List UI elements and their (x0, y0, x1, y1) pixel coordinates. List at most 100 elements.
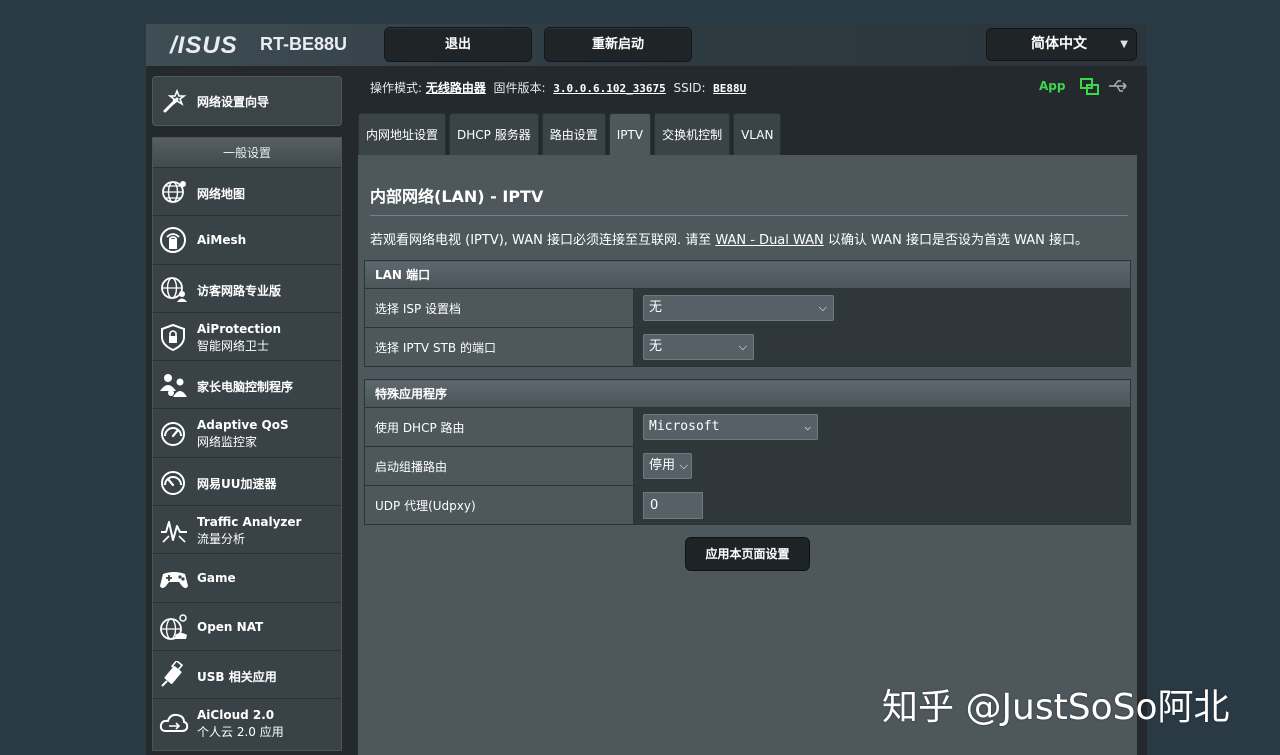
accelerator-icon (161, 470, 185, 495)
quick-setup-wizard-button[interactable]: 网络设置向导 (152, 76, 342, 126)
title-divider (370, 215, 1128, 216)
language-value: 简体中文 (1031, 36, 1087, 52)
isp-profile-cell: 无 ⌵ (633, 288, 1131, 328)
wizard-label: 网络设置向导 (197, 95, 270, 109)
tab-switch-control[interactable]: 交换机控制 (654, 113, 731, 155)
sidebar-item-network-map[interactable]: 网络地图 (153, 168, 341, 217)
table-row: 选择 IPTV STB 的端口 无 ⌵ (364, 327, 1131, 367)
table-row: 选择 ISP 设置档 无 ⌵ (364, 288, 1131, 328)
aimesh-icon (160, 227, 186, 254)
table-row: 使用 DHCP 路由 Microsoft ⌵ (364, 407, 1131, 447)
tab-vlan[interactable]: VLAN (733, 113, 782, 155)
firmware-version-link[interactable]: 3.0.0.6.102_33675 (553, 82, 666, 95)
sidebar-item-uu-accelerator[interactable]: 网易UU加速器 (153, 457, 341, 507)
chevron-down-icon: ▼ (1120, 39, 1128, 50)
speedometer-icon (161, 422, 185, 447)
sidebar-item-label: Adaptive QoS (197, 418, 289, 433)
sidebar-item-label: USB 相关应用 (197, 669, 277, 684)
usb-status-icon[interactable] (1108, 79, 1130, 93)
tab-route[interactable]: 路由设置 (541, 113, 606, 155)
chevron-down-icon: ⌵ (804, 420, 811, 433)
sidebar-item-label: 家长电脑控制程序 (197, 380, 294, 395)
language-select[interactable]: 简体中文 ▼ (986, 28, 1137, 61)
sidebar-item-aimesh[interactable]: AiMesh (153, 216, 341, 265)
dhcp-routes-cell: Microsoft ⌵ (633, 407, 1131, 447)
dhcp-routes-select[interactable]: Microsoft ⌵ (643, 414, 818, 440)
sidebar-item-label: 网易UU加速器 (197, 476, 277, 491)
iptv-stb-port-select[interactable]: 无 ⌵ (643, 334, 754, 360)
dhcp-routes-label: 使用 DHCP 路由 (364, 407, 634, 447)
globe-network-icon (162, 181, 186, 203)
guest-network-icon (161, 276, 187, 302)
udp-proxy-input[interactable]: 0 (643, 491, 703, 519)
reboot-button[interactable]: 重新启动 (544, 27, 692, 62)
apply-button[interactable]: 应用本页面设置 (685, 537, 810, 571)
sidebar-group-header: 一般设置 (153, 138, 341, 168)
dhcp-routes-value: Microsoft (649, 419, 720, 434)
network-status-icon[interactable] (1080, 78, 1100, 96)
multicast-routing-cell: 停用 ⌵ (633, 446, 1131, 486)
sidebar-item-label: AiMesh (197, 233, 247, 248)
tab-iptv[interactable]: IPTV (608, 113, 652, 155)
lan-port-table: LAN 端口 选择 ISP 设置档 无 ⌵ 选择 IPTV STB 的端口 无 … (364, 260, 1131, 367)
open-nat-icon (160, 613, 187, 640)
cloud-icon (159, 714, 189, 733)
asus-logo: /ISUS (170, 32, 238, 59)
model-name: RT-BE88U (260, 34, 348, 54)
isp-profile-value: 无 (649, 300, 663, 315)
udp-proxy-label: UDP 代理(Udpxy) (364, 485, 634, 525)
iptv-stb-port-label: 选择 IPTV STB 的端口 (364, 327, 634, 367)
tab-dhcp-server[interactable]: DHCP 服务器 (449, 113, 539, 155)
sidebar-item-open-nat[interactable]: Open NAT (153, 602, 341, 651)
udp-proxy-cell: 0 (633, 485, 1131, 525)
sidebar-item-sublabel: 个人云 2.0 应用 (197, 725, 284, 740)
sidebar-item-sublabel: 流量分析 (197, 532, 246, 547)
lan-tabs: 内网地址设置 DHCP 服务器 路由设置 IPTV 交换机控制 VLAN (358, 113, 784, 155)
sidebar-item-sublabel: 智能网络卫士 (197, 338, 270, 353)
sidebar-item-usb-application[interactable]: USB 相关应用 (153, 650, 341, 700)
watermark: 知乎 @JustSoSo阿北 (882, 687, 1230, 728)
gamepad-icon (160, 572, 188, 589)
table-row: UDP 代理(Udpxy) 0 (364, 485, 1131, 525)
page-title: 内部网络(LAN) - IPTV (370, 187, 544, 206)
multicast-routing-value: 停用 (649, 458, 676, 473)
isp-profile-select[interactable]: 无 ⌵ (643, 295, 834, 321)
firmware-label: 固件版本: (493, 81, 546, 95)
sidebar-item-label: 网络地图 (197, 187, 246, 201)
sidebar-item-label: Open NAT (197, 619, 264, 634)
multicast-routing-select[interactable]: 停用 ⌵ (643, 453, 692, 479)
isp-profile-label: 选择 ISP 设置档 (364, 288, 634, 328)
sidebar-item-aicloud[interactable]: AiCloud 2.0 个人云 2.0 应用 (153, 699, 341, 748)
sidebar-item-label: Traffic Analyzer (197, 515, 302, 530)
sidebar-item-traffic-analyzer[interactable]: Traffic Analyzer 流量分析 (153, 506, 341, 555)
sidebar-item-parental-control[interactable]: 家长电脑控制程序 (153, 361, 341, 410)
sidebar-item-aiprotection[interactable]: AiProtection 智能网络卫士 (153, 312, 341, 362)
logout-button[interactable]: 退出 (384, 27, 532, 62)
app-link[interactable]: App (1039, 79, 1065, 93)
sidebar-item-guest-network[interactable]: 访客网路专业版 (153, 264, 341, 313)
multicast-routing-label: 启动组播路由 (364, 446, 634, 486)
sidebar-item-adaptive-qos[interactable]: Adaptive QoS 网络监控家 (153, 409, 341, 458)
sidebar-item-sublabel: 网络监控家 (197, 435, 258, 450)
wizard-wand-icon (163, 88, 187, 113)
router-admin-frame: /ISUS RT-BE88U 退出 重新启动 简体中文 ▼ 网络设置向导 一般设… (146, 24, 1147, 755)
ssid-link[interactable]: BE88U (713, 82, 746, 95)
section-header-lan-port: LAN 端口 (364, 260, 1131, 289)
iptv-stb-port-value: 无 (649, 339, 663, 354)
iptv-stb-port-cell: 无 ⌵ (633, 327, 1131, 367)
top-banner: /ISUS RT-BE88U 退出 重新启动 简体中文 ▼ (146, 24, 1147, 66)
chevron-down-icon: ⌵ (738, 340, 747, 353)
wan-dual-wan-link[interactable]: WAN - Dual WAN (715, 233, 823, 248)
operation-mode-label: 操作模式: (370, 81, 423, 95)
main-content: 内部网络(LAN) - IPTV 若观看网络电视 (IPTV), WAN 接口必… (358, 155, 1137, 755)
description-text: 若观看网络电视 (IPTV), WAN 接口必须连接至互联网. 请至 (370, 233, 716, 248)
shield-lock-icon (161, 323, 185, 351)
sidebar-item-label: Game (197, 571, 236, 586)
ssid-label: SSID: (673, 81, 706, 95)
traffic-analyzer-icon (161, 521, 187, 543)
operation-mode-link[interactable]: 无线路由器 (426, 81, 486, 95)
usb-app-icon (161, 660, 184, 687)
tab-lan-ip[interactable]: 内网地址设置 (358, 113, 447, 155)
table-row: 启动组播路由 停用 ⌵ (364, 446, 1131, 486)
sidebar-item-game[interactable]: Game (153, 554, 341, 603)
